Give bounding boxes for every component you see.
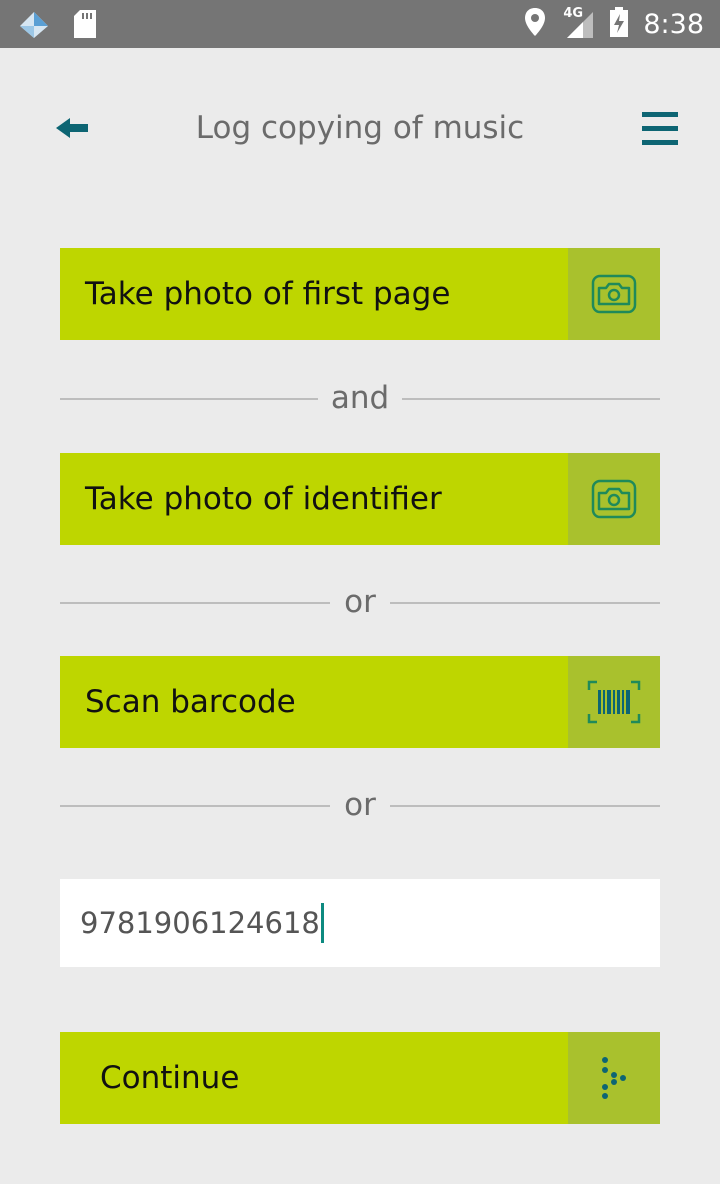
camera-icon — [591, 479, 637, 519]
app-header: Log copying of music — [0, 48, 720, 208]
continue-button[interactable]: Continue — [60, 1032, 660, 1124]
divider-label: and — [330, 380, 390, 416]
signal-icon: 4G — [561, 6, 595, 40]
isbn-input-value: 9781906124618 — [80, 906, 320, 940]
button-label: Scan barcode — [85, 684, 296, 720]
page-title: Log copying of music — [195, 110, 525, 146]
status-bar: 4G 8:38 — [0, 0, 720, 48]
barcode-icon — [587, 680, 641, 724]
app-notification-icon — [18, 8, 52, 44]
button-label: Take photo of identifier — [85, 481, 442, 517]
location-icon — [523, 6, 547, 42]
network-type-label: 4G — [563, 6, 584, 21]
divider-label: or — [344, 584, 376, 620]
button-label: Continue — [100, 1060, 240, 1096]
divider-label: or — [344, 787, 376, 823]
take-photo-identifier-button[interactable]: Take photo of identifier — [60, 453, 660, 545]
take-photo-first-page-button[interactable]: Take photo of first page — [60, 248, 660, 340]
next-dots-icon — [602, 1057, 626, 1099]
menu-icon — [642, 112, 678, 117]
isbn-input[interactable]: 9781906124618 — [60, 879, 660, 967]
battery-charging-icon — [609, 6, 629, 42]
divider-or: or — [60, 785, 660, 825]
menu-button[interactable] — [638, 108, 682, 148]
scan-barcode-button[interactable]: Scan barcode — [60, 656, 660, 748]
text-cursor — [320, 903, 324, 943]
divider-and: and — [60, 378, 660, 418]
divider-or: or — [60, 582, 660, 622]
camera-icon — [591, 274, 637, 314]
button-label: Take photo of first page — [85, 276, 451, 312]
sd-card-icon — [72, 9, 98, 43]
clock: 8:38 — [643, 8, 704, 40]
